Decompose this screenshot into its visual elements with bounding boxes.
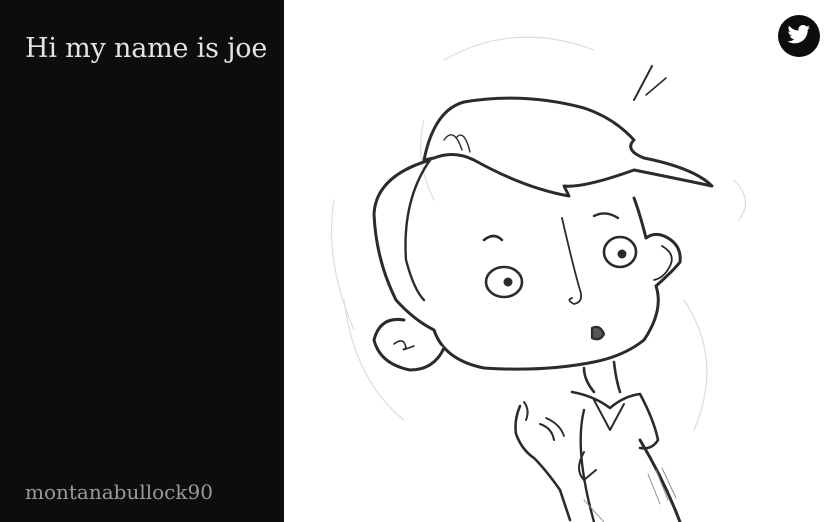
twitter-share-button[interactable] <box>778 15 820 57</box>
sidebar: Hi my name is joe montanabullock90 <box>0 0 284 522</box>
artwork-canvas <box>284 0 835 522</box>
author-link[interactable]: montanabullock90 <box>25 480 213 504</box>
twitter-bird-icon <box>787 24 811 48</box>
boy-sketch-illustration <box>330 36 746 522</box>
page-title: Hi my name is joe <box>25 33 268 64</box>
